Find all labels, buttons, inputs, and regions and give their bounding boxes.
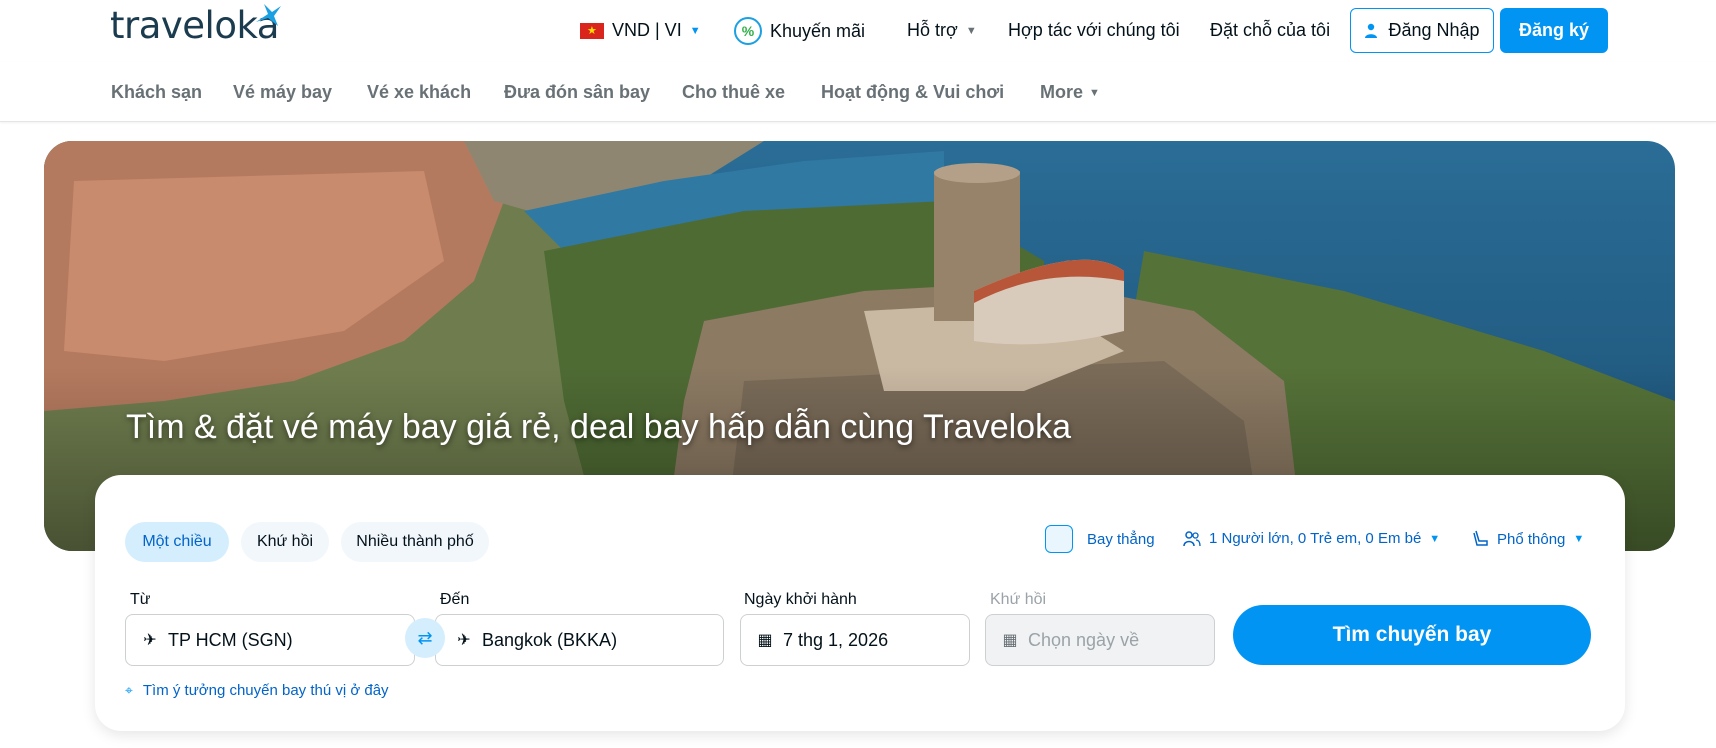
- user-icon: [1365, 23, 1378, 38]
- login-button[interactable]: Đăng Nhập: [1350, 8, 1494, 53]
- seat-class-label: Phổ thông: [1497, 530, 1566, 548]
- flight-ideas-label: Tìm ý tưởng chuyến bay thú vị ở đây: [142, 682, 389, 699]
- swap-airports-button[interactable]: ⇄: [405, 618, 445, 658]
- return-date-label: Khứ hồi: [990, 591, 1047, 608]
- trip-type-round-trip[interactable]: Khứ hồi: [241, 522, 329, 562]
- seat-class-selector[interactable]: Phổ thông ▼: [1473, 530, 1584, 548]
- depart-date-label: Ngày khởi hành: [744, 591, 857, 608]
- nav-item-car-rental[interactable]: Cho thuê xe: [682, 82, 785, 103]
- chevron-down-icon: ▼: [1429, 532, 1441, 545]
- to-label: Đến: [440, 591, 470, 608]
- depart-date-field[interactable]: ▦ 7 thg 1, 2026: [740, 614, 970, 666]
- passengers-label: 1 Người lớn, 0 Trẻ em, 0 Em bé: [1209, 530, 1422, 547]
- return-date-field[interactable]: ▦ Chọn ngày về: [985, 614, 1215, 666]
- nav-item-more[interactable]: More ▼: [1040, 82, 1100, 103]
- top-header: traveloka VND | VI ▼ % Khuyến mãi Hỗ trợ…: [0, 0, 1716, 62]
- return-date-placeholder: Chọn ngày về: [1028, 629, 1140, 650]
- passenger-selector[interactable]: 1 Người lớn, 0 Trẻ em, 0 Em bé ▼: [1183, 530, 1440, 547]
- location-pin-icon: ⌖: [125, 682, 133, 698]
- to-field[interactable]: ✈ Bangkok (BKKA): [435, 614, 724, 666]
- depart-date-value: 7 thg 1, 2026: [783, 629, 889, 650]
- bird-logo-icon: [256, 4, 281, 26]
- direct-flight-label: Bay thẳng: [1087, 530, 1155, 548]
- flight-ideas-link[interactable]: ⌖ Tìm ý tưởng chuyến bay thú vị ở đây: [125, 682, 389, 699]
- trip-type-multi-city[interactable]: Nhiều thành phố: [341, 522, 489, 562]
- swap-arrows-icon: ⇄: [417, 627, 433, 648]
- calendar-icon: ▦: [1002, 632, 1018, 649]
- vietnam-flag-icon: [580, 22, 604, 39]
- currency-language-selector[interactable]: VND | VI ▼: [580, 20, 701, 41]
- from-label: Từ: [130, 591, 151, 608]
- to-value: Bangkok (BKKA): [482, 629, 618, 650]
- from-field[interactable]: ✈ TP HCM (SGN): [125, 614, 415, 666]
- passengers-icon: [1183, 530, 1201, 546]
- my-bookings-link[interactable]: Đặt chỗ của tôi: [1210, 20, 1330, 41]
- partner-link[interactable]: Hợp tác với chúng tôi: [1008, 20, 1180, 41]
- promo-link[interactable]: % Khuyến mãi: [734, 17, 865, 45]
- promo-label: Khuyến mãi: [770, 20, 866, 41]
- register-button[interactable]: Đăng ký: [1500, 8, 1608, 53]
- chevron-down-icon: ▼: [689, 24, 701, 37]
- search-flights-button[interactable]: Tìm chuyến bay: [1233, 605, 1591, 665]
- nav-item-flights[interactable]: Vé máy bay: [233, 82, 332, 103]
- landing-icon: ✈: [457, 632, 471, 649]
- seat-icon: [1473, 530, 1488, 546]
- percent-badge-icon: %: [734, 17, 762, 45]
- from-value: TP HCM (SGN): [168, 629, 293, 650]
- nav-item-airport-transfer[interactable]: Đưa đón sân bay: [504, 82, 650, 103]
- takeoff-icon: ✈: [143, 632, 157, 649]
- product-nav: Khách sạn Vé máy bay Vé xe khách Đưa đón…: [0, 62, 1716, 122]
- chevron-down-icon: ▼: [1089, 86, 1100, 99]
- calendar-icon: ▦: [757, 632, 773, 649]
- support-menu[interactable]: Hỗ trợ ▼: [907, 20, 977, 41]
- hero-title: Tìm & đặt vé máy bay giá rẻ, deal bay hấ…: [126, 408, 1071, 446]
- my-bookings-label: Đặt chỗ của tôi: [1210, 20, 1331, 40]
- chevron-down-icon: ▼: [1573, 533, 1585, 545]
- trip-type-one-way[interactable]: Một chiều: [125, 522, 229, 562]
- more-label: More: [1040, 82, 1084, 102]
- support-label: Hỗ trợ: [907, 20, 958, 40]
- direct-flight-checkbox[interactable]: [1045, 525, 1073, 553]
- chevron-down-icon: ▼: [965, 24, 977, 37]
- direct-flight-toggle[interactable]: Bay thẳng: [1045, 525, 1155, 553]
- nav-item-bus[interactable]: Vé xe khách: [367, 82, 471, 103]
- partner-label: Hợp tác với chúng tôi: [1008, 20, 1180, 40]
- flight-search-card: Một chiều Khứ hồi Nhiều thành phố Bay th…: [95, 475, 1625, 731]
- login-label: Đăng Nhập: [1388, 20, 1480, 40]
- nav-item-activities[interactable]: Hoạt động & Vui chơi: [821, 82, 1004, 103]
- nav-item-hotels[interactable]: Khách sạn: [111, 82, 202, 103]
- currency-language-label: VND | VI: [612, 20, 682, 40]
